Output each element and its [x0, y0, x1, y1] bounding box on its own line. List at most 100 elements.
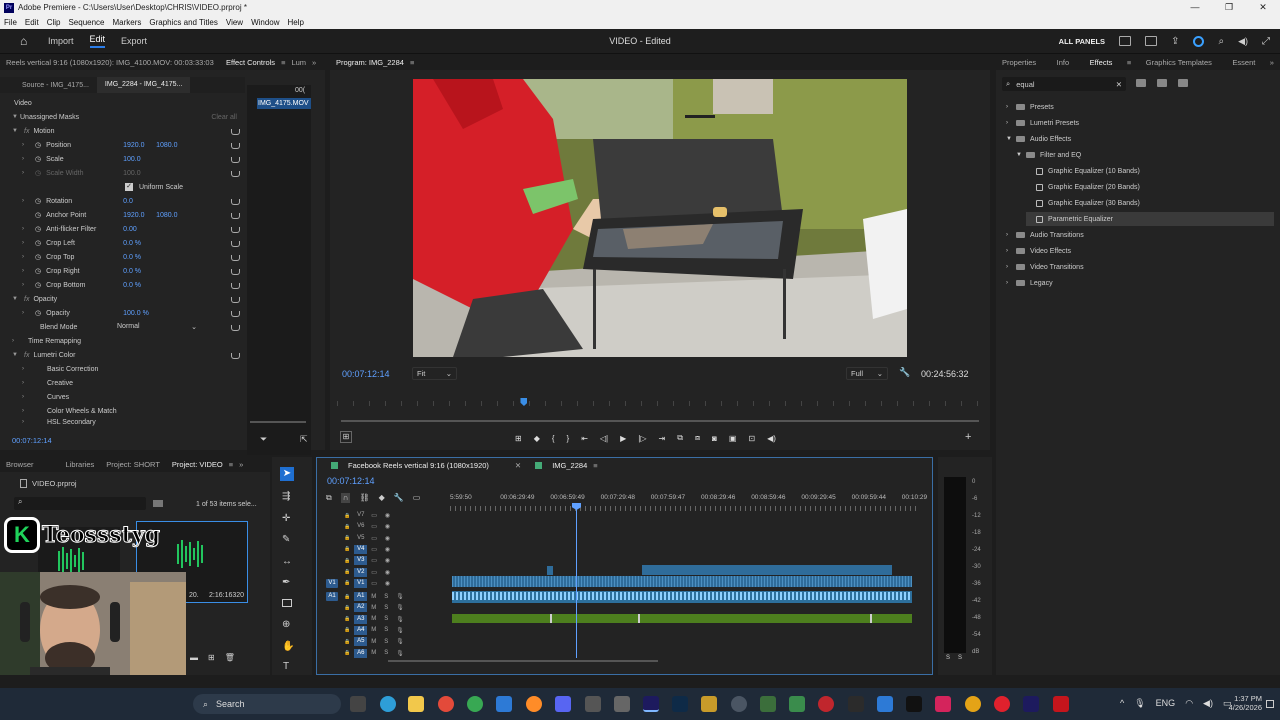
lock-icon[interactable]: 🔒: [344, 605, 350, 611]
track-name[interactable]: V5: [354, 534, 367, 543]
scale-value[interactable]: 100.0: [123, 156, 141, 163]
track-header-v5[interactable]: 🔒 V5 ▭ ◉: [326, 533, 452, 544]
lang-indicator[interactable]: ENG: [1156, 698, 1176, 709]
settings-icon[interactable]: ⊞: [340, 431, 352, 443]
panels-icon[interactable]: [1145, 36, 1158, 46]
track-header-a3[interactable]: 🔒 A3 M S 🎙: [326, 614, 452, 625]
slip-icon[interactable]: ↔: [282, 556, 292, 567]
row-uniform-scale[interactable]: ✓ Uniform Scale: [125, 180, 245, 194]
program-time-ruler[interactable]: [337, 392, 980, 406]
row-unassigned-masks[interactable]: ▼ Unassigned Masks Clear all: [12, 110, 237, 124]
mute-button[interactable]: M: [371, 627, 376, 633]
eye-icon[interactable]: ◉: [385, 580, 390, 587]
close-button[interactable]: ✕: [1246, 2, 1280, 13]
app-icon-7[interactable]: [848, 696, 864, 712]
mute-button[interactable]: M: [371, 639, 376, 645]
effects-tree-item[interactable]: Parametric Equalizer: [1026, 212, 1274, 226]
track-header-v3[interactable]: 🔒 V3 ▭ ◉: [326, 555, 452, 566]
sync-icon[interactable]: [1193, 35, 1205, 47]
rectangle-icon[interactable]: [282, 599, 292, 607]
layout-icon[interactable]: [1119, 36, 1132, 46]
premiere-2-icon[interactable]: [1023, 696, 1039, 712]
clear-search-icon[interactable]: ✕: [1116, 80, 1122, 89]
expand-chevron-icon[interactable]: ▼: [1016, 152, 1026, 158]
fullscreen-icon[interactable]: ⤢: [1262, 36, 1270, 47]
export-tab[interactable]: Export: [121, 36, 147, 46]
firefox-icon[interactable]: [526, 696, 542, 712]
program-zoom-bar[interactable]: [341, 420, 979, 422]
sync-lock-icon[interactable]: ▭: [371, 546, 377, 553]
app-icon-6[interactable]: [818, 696, 834, 712]
row-motion[interactable]: ▼ fx Motion: [12, 124, 257, 138]
new-bin-icon[interactable]: [1136, 79, 1146, 87]
freeform-icon[interactable]: ▬: [190, 653, 198, 662]
solo-button[interactable]: S: [384, 594, 388, 600]
program-title[interactable]: Program: IMG_2284: [330, 58, 410, 67]
app-icon-1[interactable]: [585, 696, 601, 712]
add-marker-icon[interactable]: ◆: [379, 493, 385, 503]
panel-overflow-icon[interactable]: »: [312, 58, 316, 67]
track-name[interactable]: V7: [354, 511, 367, 520]
razor-icon[interactable]: ✎: [282, 534, 290, 545]
mark-out-icon[interactable]: }: [567, 434, 570, 443]
expand-chevron-icon[interactable]: ▼: [1006, 136, 1016, 142]
track-name[interactable]: A4: [354, 625, 368, 635]
position-y-value[interactable]: 1080.0: [156, 142, 177, 149]
row-creative[interactable]: › Creative: [22, 376, 267, 390]
app-icon-4[interactable]: [760, 696, 776, 712]
timeline-tab-img2284[interactable]: IMG_2284: [546, 461, 593, 470]
video-frame[interactable]: [413, 79, 907, 357]
project-overflow-icon[interactable]: »: [239, 460, 243, 469]
chrome-2-icon[interactable]: [467, 696, 483, 712]
discord-icon[interactable]: [555, 696, 571, 712]
effects-tree-item[interactable]: › Presets: [1006, 100, 1054, 114]
effects-menu-icon[interactable]: ≡: [1127, 58, 1131, 67]
tab-graphics-templates[interactable]: Graphics Templates: [1140, 58, 1218, 67]
store-icon[interactable]: [496, 696, 512, 712]
mic-icon[interactable]: 🎙: [1134, 698, 1145, 709]
track-header-v4[interactable]: 🔒 V4 ▭ ◉: [326, 544, 452, 555]
effects-tree-item[interactable]: Graphic Equalizer (30 Bands): [1026, 196, 1140, 210]
timeline-settings-icon[interactable]: 🔧: [394, 493, 404, 503]
notification-icon[interactable]: [1266, 700, 1274, 708]
eye-icon[interactable]: ◉: [385, 512, 390, 519]
timeline-playhead[interactable]: [576, 503, 577, 658]
menu-sequence[interactable]: Sequence: [64, 18, 108, 27]
eye-icon[interactable]: ◉: [385, 546, 390, 553]
effects-tree-item[interactable]: › Video Transitions: [1006, 260, 1084, 274]
effects-tree-item[interactable]: › Lumetri Presets: [1006, 116, 1079, 130]
tray-chevron-icon[interactable]: ^: [1120, 698, 1124, 709]
sync-lock-icon[interactable]: ▭: [371, 580, 377, 587]
lock-icon[interactable]: 🔒: [344, 513, 350, 519]
go-to-in-icon[interactable]: ⇤: [581, 434, 588, 443]
lock-icon[interactable]: 🔒: [344, 650, 350, 656]
photoshop-icon[interactable]: [672, 696, 688, 712]
tab-lumetri[interactable]: Lum: [285, 58, 312, 67]
compare-icon[interactable]: ▣: [729, 434, 737, 443]
quality-dropdown[interactable]: Full ⌄: [846, 367, 888, 380]
voiceover-icon[interactable]: 🎙: [396, 650, 404, 657]
all-panels-button[interactable]: ALL PANELS: [1059, 37, 1105, 46]
effects-search-input[interactable]: ⌕ equal ✕: [1002, 77, 1126, 91]
voiceover-icon[interactable]: 🎙: [396, 627, 404, 634]
tab-effect-controls[interactable]: Effect Controls: [220, 58, 281, 67]
edit-tab[interactable]: Edit: [89, 34, 106, 48]
tab-essential[interactable]: Essent: [1226, 58, 1261, 67]
lock-icon[interactable]: 🔒: [344, 594, 350, 600]
project-search-input[interactable]: ⌕: [14, 497, 146, 510]
program-menu-icon[interactable]: ≡: [410, 58, 414, 67]
ec-zoom-bar[interactable]: [250, 421, 306, 423]
insert-sequence-icon[interactable]: ⧉: [326, 493, 332, 503]
track-name[interactable]: A3: [354, 614, 368, 624]
app-icon-5[interactable]: [789, 696, 805, 712]
track-select-icon[interactable]: ⇶: [282, 491, 290, 502]
eye-icon[interactable]: ◉: [385, 523, 390, 530]
mute-button[interactable]: M: [371, 650, 376, 656]
type-icon[interactable]: T: [283, 661, 289, 672]
solo-button[interactable]: S: [384, 650, 388, 656]
wrench-icon[interactable]: 🔧: [899, 367, 910, 378]
track-name[interactable]: A5: [354, 637, 368, 647]
track-header-a4[interactable]: 🔒 A4 M S 🎙: [326, 625, 452, 636]
position-x-value[interactable]: 1920.0: [123, 142, 156, 149]
timeline-tab-facebook[interactable]: Facebook Reels vertical 9:16 (1080x1920): [342, 461, 495, 470]
